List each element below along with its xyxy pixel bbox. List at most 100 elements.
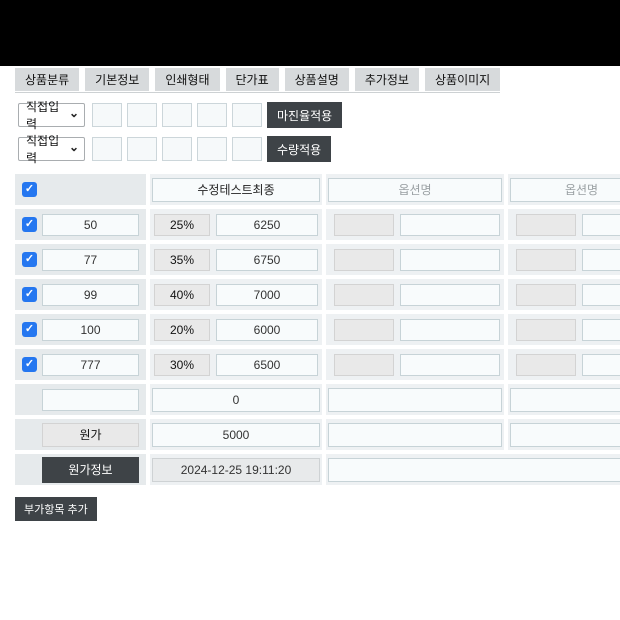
margin-apply-row: 직접입력 ⌄ 마진율적용	[18, 102, 342, 128]
option2-value-input[interactable]	[582, 284, 620, 306]
check-icon: ✓	[25, 287, 34, 302]
quantity-input[interactable]	[42, 319, 139, 341]
margin-value-input-3[interactable]	[162, 103, 192, 127]
cost-label-box: 원가	[42, 423, 139, 447]
select-all-checkbox[interactable]: ✓	[22, 182, 37, 197]
option1-value-input[interactable]	[400, 319, 500, 341]
new-quantity-input[interactable]	[42, 389, 139, 411]
price-input[interactable]	[216, 214, 318, 236]
row-checkbox[interactable]: ✓	[22, 357, 37, 372]
table-row: ✓ 40%	[15, 279, 620, 310]
price-input[interactable]	[216, 319, 318, 341]
cost-updated-datetime: 2024-12-25 19:11:20	[152, 458, 320, 482]
quantity-input-mode-select[interactable]: 직접입력 ⌄	[18, 137, 85, 161]
table-cost-row: 원가	[15, 419, 620, 450]
margin-value-input-5[interactable]	[232, 103, 262, 127]
add-extra-item-button[interactable]: 부가항목 추가	[15, 497, 97, 521]
tab-product-description[interactable]: 상품설명	[285, 68, 349, 91]
margin-percent-display: 30%	[154, 354, 210, 376]
option1-value-input[interactable]	[400, 354, 500, 376]
quantity-value-input-2[interactable]	[127, 137, 157, 161]
check-icon: ✓	[25, 182, 34, 197]
margin-value-input-2[interactable]	[127, 103, 157, 127]
option2-gray-box	[516, 354, 576, 376]
option1-value-input[interactable]	[400, 284, 500, 306]
price-table: ✓ ✓ 25%	[15, 174, 620, 485]
option2-value-input[interactable]	[582, 354, 620, 376]
quantity-input[interactable]	[42, 284, 139, 306]
option1-gray-box	[334, 214, 394, 236]
option2-value-input[interactable]	[582, 249, 620, 271]
margin-percent-display: 35%	[154, 249, 210, 271]
cost-price-input[interactable]	[152, 423, 320, 447]
check-icon: ✓	[25, 357, 34, 372]
quantity-apply-button[interactable]: 수량적용	[267, 136, 331, 162]
quantity-value-input-5[interactable]	[232, 137, 262, 161]
margin-value-input-4[interactable]	[197, 103, 227, 127]
tab-additional-info[interactable]: 추가정보	[355, 68, 419, 91]
table-row: ✓ 30%	[15, 349, 620, 380]
quantity-value-input-4[interactable]	[197, 137, 227, 161]
tab-bar: 상품분류 기본정보 인쇄형태 단가표 상품설명 추가정보 상품이미지	[15, 68, 500, 93]
price-input[interactable]	[216, 354, 318, 376]
row-checkbox[interactable]: ✓	[22, 217, 37, 232]
option1-value-input[interactable]	[400, 214, 500, 236]
chevron-down-icon: ⌄	[69, 142, 79, 152]
quantity-apply-row: 직접입력 ⌄ 수량적용	[18, 136, 331, 162]
option1-value-input[interactable]	[400, 249, 500, 271]
row-checkbox[interactable]: ✓	[22, 322, 37, 337]
table-row: ✓ 25%	[15, 209, 620, 240]
select-value: 직접입력	[26, 98, 69, 132]
option1-gray-box	[334, 284, 394, 306]
cost-info-note-input[interactable]	[328, 458, 620, 482]
tab-basic-info[interactable]: 기본정보	[85, 68, 149, 91]
option1-cost-input[interactable]	[328, 423, 502, 447]
tab-product-category[interactable]: 상품분류	[15, 68, 79, 91]
table-row: ✓ 35%	[15, 244, 620, 275]
tab-product-image[interactable]: 상품이미지	[425, 68, 500, 91]
page: 상품분류 기본정보 인쇄형태 단가표 상품설명 추가정보 상품이미지 직접입력 …	[0, 0, 620, 620]
option1-sum-input[interactable]	[328, 388, 502, 412]
price-column-name-input[interactable]	[152, 178, 320, 202]
table-header-row: ✓	[15, 174, 620, 205]
price-input[interactable]	[216, 249, 318, 271]
margin-percent-display: 25%	[154, 214, 210, 236]
margin-value-input-1[interactable]	[92, 103, 122, 127]
check-icon: ✓	[25, 217, 34, 232]
option1-gray-box	[334, 354, 394, 376]
margin-rate-apply-button[interactable]: 마진율적용	[267, 102, 342, 128]
check-icon: ✓	[25, 252, 34, 267]
row-checkbox[interactable]: ✓	[22, 252, 37, 267]
option2-gray-box	[516, 319, 576, 341]
check-icon: ✓	[25, 322, 34, 337]
option1-name-input[interactable]	[328, 178, 502, 202]
option2-gray-box	[516, 249, 576, 271]
quantity-input[interactable]	[42, 354, 139, 376]
option2-gray-box	[516, 284, 576, 306]
select-value: 직접입력	[26, 132, 69, 166]
option1-gray-box	[334, 319, 394, 341]
quantity-input[interactable]	[42, 214, 139, 236]
margin-percent-display: 40%	[154, 284, 210, 306]
option2-name-input[interactable]	[510, 178, 620, 202]
quantity-value-input-1[interactable]	[92, 137, 122, 161]
tab-price-table[interactable]: 단가표	[226, 68, 279, 91]
table-cost-info-row: 원가정보 2024-12-25 19:11:20	[15, 454, 620, 485]
row-checkbox[interactable]: ✓	[22, 287, 37, 302]
margin-percent-display: 20%	[154, 319, 210, 341]
margin-input-mode-select[interactable]: 직접입력 ⌄	[18, 103, 85, 127]
sum-price-input[interactable]	[152, 388, 320, 412]
quantity-value-input-3[interactable]	[162, 137, 192, 161]
option2-value-input[interactable]	[582, 319, 620, 341]
option1-gray-box	[334, 249, 394, 271]
option2-sum-input[interactable]	[510, 388, 620, 412]
price-input[interactable]	[216, 284, 318, 306]
top-black-header	[0, 0, 620, 66]
table-row: ✓ 20%	[15, 314, 620, 345]
option2-value-input[interactable]	[582, 214, 620, 236]
cost-info-button[interactable]: 원가정보	[42, 457, 139, 483]
quantity-input[interactable]	[42, 249, 139, 271]
option2-gray-box	[516, 214, 576, 236]
option2-cost-input[interactable]	[510, 423, 620, 447]
tab-print-type[interactable]: 인쇄형태	[155, 68, 219, 91]
